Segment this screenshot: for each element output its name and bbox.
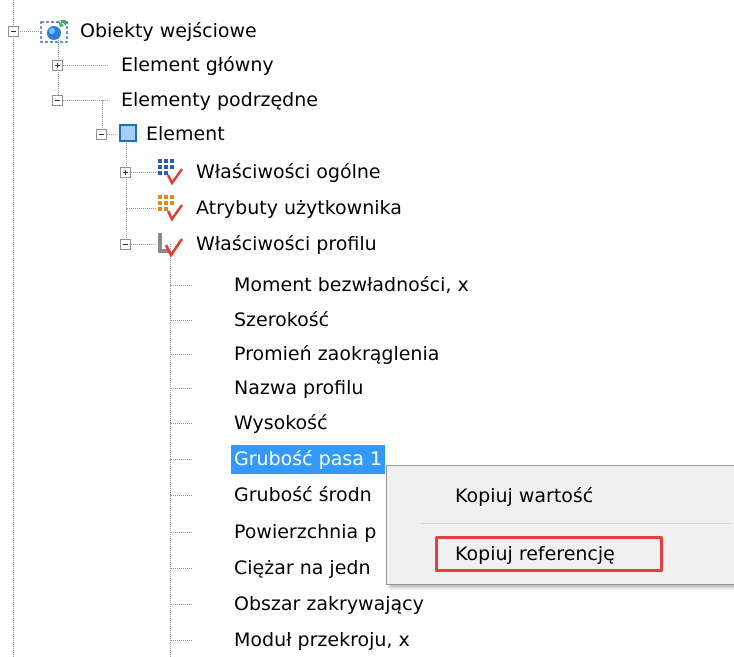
tree-node-label: Atrybuty użytkownika (196, 197, 402, 219)
tree-node-wlasciwosci-profilu[interactable]: Właściwości profilu (196, 230, 377, 259)
tree-leaf-nazwa-profilu[interactable]: Nazwa profilu (231, 374, 366, 403)
tree-node-label: Obiekty wejściowe (80, 20, 257, 42)
expand-toggle-wlasciwosci-ogolne[interactable] (120, 167, 131, 178)
tree-node-atrybuty-uzytkownika[interactable]: Atrybuty użytkownika (196, 194, 402, 223)
input-objects-icon (40, 18, 70, 49)
menu-item-label: Kopiuj wartość (455, 485, 594, 507)
tree-leaf-label: Wysokość (234, 412, 328, 434)
tree-guide-line (126, 134, 127, 244)
tree-leaf-label: Grubość środn (234, 484, 372, 506)
tree-leaf-wysokosc[interactable]: Wysokość (231, 409, 331, 438)
tree-leaf-ciezar-na-jednostke[interactable]: Ciężar na jedn (231, 554, 374, 583)
tree-node-label: Element (146, 123, 225, 145)
tree-leaf-label: Promień zaokrąglenia (234, 343, 440, 365)
tree-guide-line (170, 459, 192, 460)
tree-guide-line (170, 285, 192, 286)
tree-leaf-label: Powierzchnia p (234, 521, 377, 543)
tree-guide-line (13, 0, 14, 657)
tree-guide-line (58, 65, 108, 66)
expand-toggle-element-glowny[interactable] (52, 60, 63, 71)
tree-guide-line (58, 100, 108, 101)
menu-item-kopiuj-referencje[interactable]: Kopiuj referencję (455, 540, 615, 568)
tree-leaf-label: Nazwa profilu (234, 377, 364, 399)
tree-guide-line (170, 532, 192, 533)
element-square-icon (118, 123, 138, 148)
tree-node-element-glowny[interactable]: Element główny (121, 51, 274, 80)
tree-guide-line (170, 423, 192, 424)
tree-node-label: Właściwości profilu (196, 233, 377, 255)
tree-leaf-modul-przekroju[interactable]: Moduł przekroju, x (231, 626, 413, 655)
tree-leaf-promien-zaokraglenia[interactable]: Promień zaokrąglenia (231, 340, 442, 369)
tree-leaf-grubosc-pasa-1-selected[interactable]: Grubość pasa 1 (231, 445, 386, 474)
tree-guide-line (126, 208, 156, 209)
tree-leaf-label: Obszar zakrywający (234, 593, 424, 615)
tree-leaf-obszar-zakrywajacy[interactable]: Obszar zakrywający (231, 590, 427, 619)
tree-leaf-label: Szerokość (234, 309, 330, 331)
tree-guide-line (170, 640, 192, 641)
tree-node-element[interactable]: Element (146, 120, 225, 149)
tree-node-label: Właściwości ogólne (196, 161, 381, 183)
collapse-toggle-element[interactable] (96, 129, 107, 140)
tree-node-root[interactable]: Obiekty wejściowe (80, 17, 257, 46)
user-attributes-icon (154, 193, 184, 228)
tree-leaf-szerokosc[interactable]: Szerokość (231, 306, 332, 335)
collapse-toggle-root[interactable] (8, 26, 19, 37)
menu-item-kopiuj-wartosc[interactable]: Kopiuj wartość (455, 482, 593, 510)
tree-leaf-powierzchnia[interactable]: Powierzchnia p (231, 518, 379, 547)
menu-separator (421, 523, 731, 524)
collapse-toggle-elementy-podrzedne[interactable] (52, 95, 63, 106)
menu-item-label: Kopiuj referencję (455, 543, 615, 565)
tree-leaf-label: Moduł przekroju, x (234, 629, 410, 651)
tree-node-label: Element główny (121, 54, 274, 76)
tree-node-wlasciwosci-ogolne[interactable]: Właściwości ogólne (196, 158, 381, 187)
tree-guide-line (170, 495, 192, 496)
context-menu: Kopiuj wartość Kopiuj referencję (386, 465, 734, 585)
tree-guide-line (170, 568, 192, 569)
general-properties-icon (154, 157, 184, 192)
tree-leaf-label: Ciężar na jedn (234, 557, 371, 579)
tree-guide-line (170, 388, 192, 389)
tree-node-label: Elementy podrzędne (121, 89, 318, 111)
tree-node-elementy-podrzedne[interactable]: Elementy podrzędne (121, 86, 318, 115)
tree-leaf-moment-bezwladnosci[interactable]: Moment bezwładności, x (231, 271, 472, 300)
tree-guide-line (170, 320, 192, 321)
tree-guide-line (170, 354, 192, 355)
tree-leaf-grubosc-srodnika[interactable]: Grubość środn (231, 481, 375, 510)
tree-leaf-label: Grubość pasa 1 (234, 448, 383, 470)
tree-leaf-label: Moment bezwładności, x (234, 274, 469, 296)
tree-guide-line (170, 244, 171, 657)
profile-properties-icon (154, 229, 184, 264)
collapse-toggle-wlasciwosci-profilu[interactable] (120, 239, 131, 250)
tree-guide-line (170, 604, 192, 605)
